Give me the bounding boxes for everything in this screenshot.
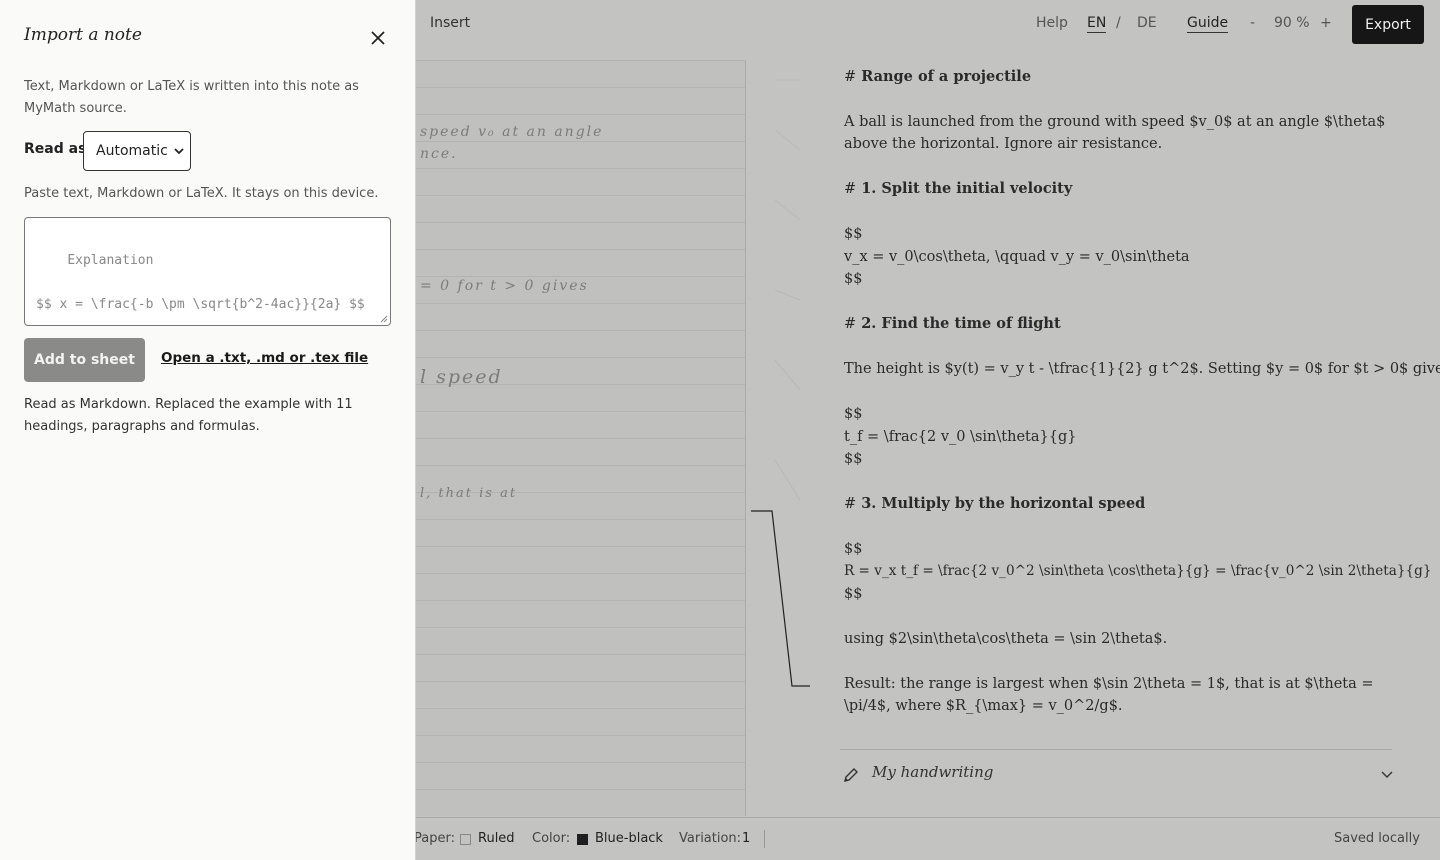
handwriting-sheet[interactable]	[416, 60, 746, 816]
source-heading: # 1. Split the initial velocity	[844, 180, 1073, 197]
close-icon	[371, 31, 385, 45]
handwriting-line: nce.	[420, 146, 458, 162]
source-math-delimiter: $$	[844, 451, 863, 467]
handwriting-section-label: My handwriting	[872, 763, 994, 781]
handwriting-line: = 0 for t > 0 gives	[420, 278, 589, 294]
help-link[interactable]: Help	[1036, 15, 1068, 31]
zoom-out-button[interactable]: -	[1250, 15, 1255, 31]
import-panel: Import a note Text, Markdown or LaTeX is…	[0, 0, 416, 860]
open-file-link[interactable]: Open a .txt, .md or .tex file	[161, 350, 368, 366]
import-text-placeholder: Explanation $$ x = \frac{-b \pm \sqrt{b^…	[36, 253, 365, 312]
handwriting-line: speed v₀ at an angle	[420, 124, 604, 140]
source-heading: # Range of a projectile	[844, 68, 1032, 85]
source-math-delimiter: $$	[844, 271, 863, 287]
export-button[interactable]: Export	[1352, 5, 1424, 44]
import-text-input[interactable]: Explanation $$ x = \frac{-b \pm \sqrt{b^…	[24, 217, 391, 326]
paper-label: Paper:	[414, 831, 455, 846]
color-value[interactable]: Blue-black	[595, 831, 663, 846]
source-paragraph: The height is $y(t) = v_y t - \tfrac{1}{…	[844, 361, 1440, 377]
zoom-in-button[interactable]: +	[1320, 15, 1332, 31]
language-en[interactable]: EN	[1087, 15, 1107, 33]
source-formula: R = v_x t_f = \frac{2 v_0^2 \sin\theta \…	[844, 563, 1432, 579]
color-swatch[interactable]	[577, 834, 588, 845]
source-paragraph: Result: the range is largest when $\sin …	[844, 676, 1374, 714]
source-math-delimiter: $$	[844, 226, 863, 242]
save-status: Saved locally	[1334, 831, 1420, 846]
source-paragraph: using $2\sin\theta\cos\theta = \sin 2\th…	[844, 631, 1168, 647]
variation-label: Variation:	[679, 831, 742, 846]
guide-link[interactable]: Guide	[1187, 15, 1229, 33]
source-paragraph: A ball is launched from the ground with …	[844, 114, 1386, 152]
insert-menu[interactable]: Insert	[430, 15, 470, 31]
source-heading: # 3. Multiply by the horizontal speed	[844, 495, 1146, 512]
add-to-sheet-button[interactable]: Add to sheet	[24, 338, 145, 382]
handwriting-line: l speed	[420, 366, 503, 388]
import-description: Text, Markdown or LaTeX is written into …	[24, 79, 359, 116]
status-divider	[764, 830, 765, 848]
read-as-label: Read as	[24, 141, 87, 157]
import-result-message: Read as Markdown. Replaced the example w…	[24, 397, 353, 434]
paper-swatch[interactable]	[460, 834, 471, 845]
close-button[interactable]	[368, 28, 388, 48]
read-as-value: Automatic	[96, 143, 168, 159]
panel-title: Import a note	[24, 25, 142, 45]
source-math-delimiter: $$	[844, 406, 863, 422]
source-formula: t_f = \frac{2 v_0 \sin\theta}{g}	[844, 429, 1077, 445]
source-math-delimiter: $$	[844, 586, 863, 602]
zoom-level: 90 %	[1274, 15, 1310, 31]
chevron-down-icon	[174, 148, 184, 155]
paste-hint: Paste text, Markdown or LaTeX. It stays …	[24, 186, 379, 201]
handwriting-section-toggle[interactable]: My handwriting	[840, 749, 1393, 805]
language-de[interactable]: DE	[1137, 15, 1157, 31]
resize-handle-icon[interactable]	[380, 315, 388, 323]
color-label: Color:	[532, 831, 571, 846]
paper-value[interactable]: Ruled	[478, 831, 515, 846]
source-formula: v_x = v_0\cos\theta, \qquad v_y = v_0\si…	[844, 249, 1190, 265]
chevron-down-icon	[1381, 771, 1393, 778]
language-separator: /	[1116, 15, 1121, 31]
read-as-select[interactable]: Automatic	[83, 131, 191, 171]
source-connector-lines	[751, 79, 810, 687]
source-heading: # 2. Find the time of flight	[844, 315, 1061, 332]
pencil-icon	[844, 768, 858, 782]
variation-value[interactable]: 1	[742, 831, 750, 846]
source-math-delimiter: $$	[844, 541, 863, 557]
handwriting-line: l, that is at	[420, 486, 518, 501]
